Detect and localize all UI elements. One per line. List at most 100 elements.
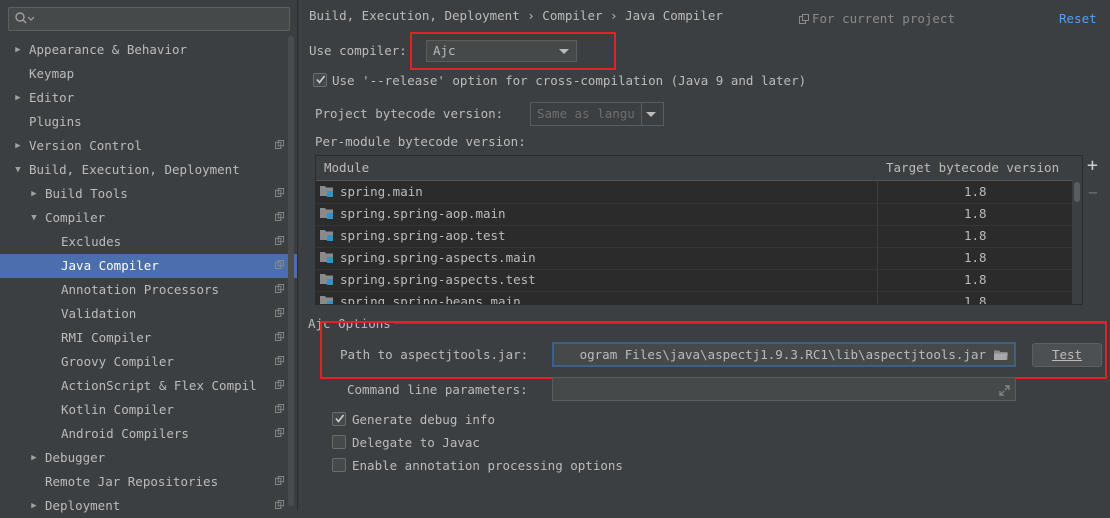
table-row[interactable]: spring.spring-aop.main 1.8: [316, 203, 1072, 226]
search-input[interactable]: [8, 7, 290, 31]
project-scope-icon: [275, 500, 284, 509]
target-version[interactable]: 1.8: [964, 228, 987, 243]
table-row[interactable]: spring.spring-aop.test 1.8: [316, 225, 1072, 248]
collapsed-arrow-icon[interactable]: ▶: [13, 134, 23, 158]
collapsed-arrow-icon[interactable]: ▶: [13, 38, 23, 62]
sidebar-item[interactable]: ▶ Version Control: [0, 134, 297, 158]
project-scope-icon: [275, 380, 284, 389]
collapsed-arrow-icon[interactable]: ▶: [29, 446, 39, 470]
sidebar-item[interactable]: ▶ Appearance & Behavior: [0, 38, 297, 62]
expanded-arrow-icon[interactable]: ▼: [29, 206, 39, 230]
sidebar-item[interactable]: Java Compiler: [0, 254, 297, 278]
sidebar-item[interactable]: Kotlin Compiler: [0, 398, 297, 422]
sidebar-item[interactable]: Excludes: [0, 230, 297, 254]
column-header-target-version[interactable]: Target bytecode version: [886, 160, 1059, 175]
delegate-javac-checkbox[interactable]: [332, 435, 346, 449]
sidebar-item-label: Keymap: [29, 66, 75, 81]
sidebar-item-label: Annotation Processors: [61, 282, 220, 297]
table-header: Module Target bytecode version: [316, 156, 1082, 181]
target-version[interactable]: 1.8: [964, 250, 987, 265]
delegate-javac-label: Delegate to Javac: [352, 435, 480, 450]
table-row[interactable]: spring.spring-aspects.test 1.8: [316, 269, 1072, 292]
scrollbar-thumb[interactable]: [1074, 182, 1080, 202]
sidebar-item[interactable]: Groovy Compiler: [0, 350, 297, 374]
reset-link[interactable]: Reset: [1059, 11, 1097, 26]
project-scope-icon: [275, 428, 284, 437]
project-scope-icon: [275, 212, 284, 221]
target-version[interactable]: 1.8: [964, 272, 987, 287]
add-icon[interactable]: +: [1087, 155, 1098, 176]
sidebar-item[interactable]: Plugins: [0, 110, 297, 134]
generate-debug-checkbox[interactable]: [332, 412, 346, 426]
project-bytecode-select[interactable]: Same as langu: [530, 102, 664, 126]
combo-divider: [641, 103, 642, 125]
search-icon: [15, 12, 34, 24]
release-option-checkbox[interactable]: [313, 73, 327, 87]
sidebar-item[interactable]: ▶ Editor: [0, 86, 297, 110]
project-scope-icon: [275, 140, 284, 149]
sidebar-item-label: Remote Jar Repositories: [45, 474, 219, 489]
expanded-arrow-icon[interactable]: ▼: [13, 158, 23, 182]
module-icon: [320, 296, 333, 304]
sidebar-item[interactable]: ▶ Deployment: [0, 494, 297, 518]
module-icon: [320, 252, 333, 263]
breadcrumb: Build, Execution, Deployment › Compiler …: [309, 8, 723, 23]
sidebar-item-label: Android Compilers: [61, 426, 189, 441]
target-version[interactable]: 1.8: [964, 294, 987, 304]
table-row[interactable]: spring.spring-aspects.main 1.8: [316, 247, 1072, 270]
sidebar-item-label: Java Compiler: [61, 258, 159, 273]
collapsed-arrow-icon[interactable]: ▶: [29, 494, 39, 518]
sidebar-item[interactable]: ▼ Compiler: [0, 206, 297, 230]
sidebar-item-label: Excludes: [61, 234, 122, 249]
sidebar-scrollbar[interactable]: [288, 36, 294, 506]
sidebar-item[interactable]: Android Compilers: [0, 422, 297, 446]
sidebar-item[interactable]: ▶ Debugger: [0, 446, 297, 470]
module-icon: [320, 186, 333, 197]
sidebar-item[interactable]: Keymap: [0, 62, 297, 86]
sidebar-item[interactable]: ▶ Build Tools: [0, 182, 297, 206]
project-scope-icon: [275, 308, 284, 317]
expand-icon[interactable]: [999, 384, 1010, 399]
sidebar-item[interactable]: Remote Jar Repositories: [0, 470, 297, 494]
module-icon: [320, 208, 333, 219]
project-scope-icon: [275, 332, 284, 341]
sidebar-item-label: Appearance & Behavior: [29, 42, 188, 57]
table-row[interactable]: spring.spring-beans.main 1.8: [316, 291, 1072, 305]
module-name: spring.spring-aop.test: [340, 228, 506, 243]
module-name: spring.spring-beans.main: [340, 294, 521, 305]
sidebar-item[interactable]: Annotation Processors: [0, 278, 297, 302]
column-header-module[interactable]: Module: [324, 160, 369, 175]
table-row[interactable]: spring.main 1.8: [316, 181, 1072, 204]
project-bytecode-label: Project bytecode version:: [315, 106, 504, 121]
project-scope-icon: [275, 404, 284, 413]
sidebar-item[interactable]: ▼ Build, Execution, Deployment: [0, 158, 297, 182]
annotation-processing-checkbox[interactable]: [332, 458, 346, 472]
release-option-label: Use '--release' option for cross-compila…: [332, 73, 807, 88]
sidebar-item-label: Validation: [61, 306, 137, 321]
settings-sidebar: ▶ Appearance & Behavior Keymap ▶ Editor Plugi…: [0, 0, 298, 513]
module-name: spring.spring-aspects.main: [340, 250, 536, 265]
sidebar-item-label: ActionScript & Flex Compil: [61, 378, 257, 393]
collapsed-arrow-icon[interactable]: ▶: [13, 86, 23, 110]
sidebar-item-label: RMI Compiler: [61, 330, 152, 345]
sidebar-item-label: Groovy Compiler: [61, 354, 174, 369]
target-version[interactable]: 1.8: [964, 184, 987, 199]
sidebar-item-label: Compiler: [45, 210, 106, 225]
sidebar-item[interactable]: ActionScript & Flex Compil: [0, 374, 297, 398]
sidebar-item-label: Deployment: [45, 498, 121, 513]
remove-icon[interactable]: −: [1088, 183, 1098, 202]
per-module-label: Per-module bytecode version:: [315, 134, 526, 149]
project-scope-icon: [275, 356, 284, 365]
module-name: spring.spring-aspects.test: [340, 272, 536, 287]
project-scope-icon: [275, 188, 284, 197]
sidebar-item[interactable]: RMI Compiler: [0, 326, 297, 350]
target-version[interactable]: 1.8: [964, 206, 987, 221]
table-scrollbar[interactable]: [1072, 180, 1082, 304]
module-name: spring.spring-aop.main: [340, 206, 506, 221]
highlight-box-compiler: [410, 32, 616, 70]
project-bytecode-value: Same as langu: [537, 106, 635, 121]
sidebar-item[interactable]: Validation: [0, 302, 297, 326]
sidebar-item-label: Kotlin Compiler: [61, 402, 174, 417]
cmd-params-input[interactable]: [552, 377, 1016, 401]
collapsed-arrow-icon[interactable]: ▶: [29, 182, 39, 206]
